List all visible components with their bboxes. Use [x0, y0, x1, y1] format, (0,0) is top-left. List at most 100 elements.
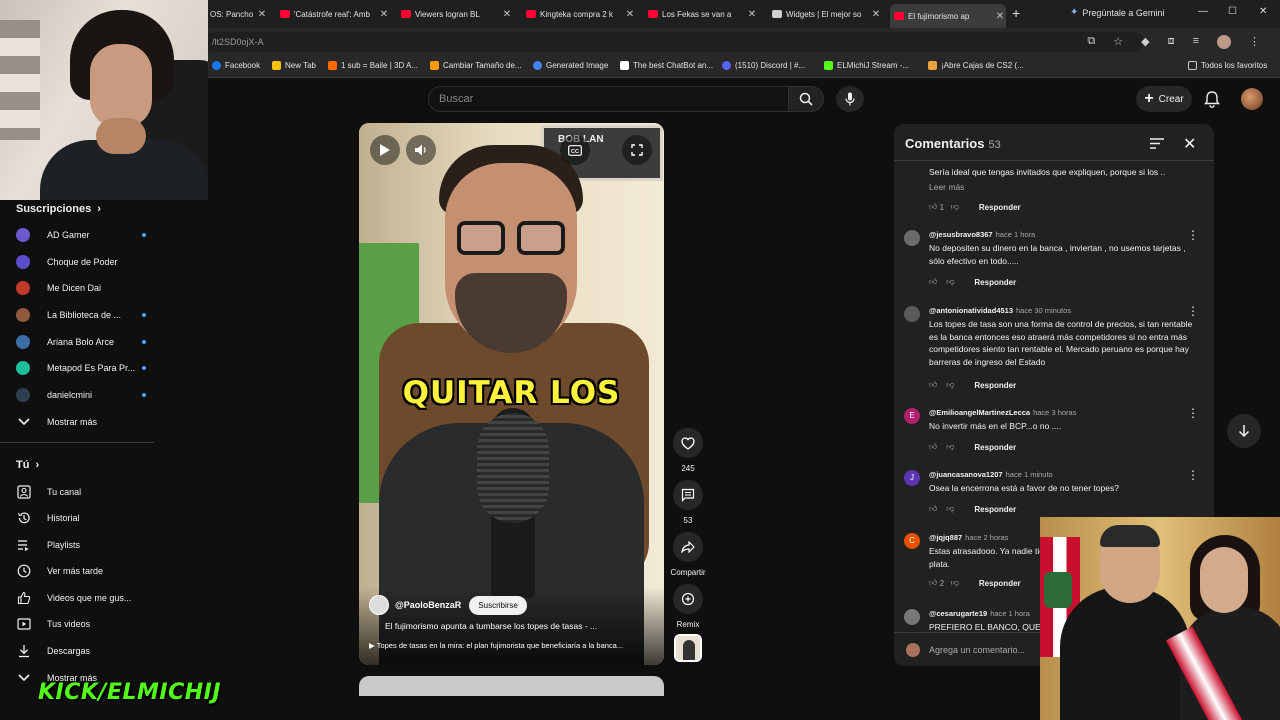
- close-tab-icon[interactable]: ✕: [256, 9, 268, 20]
- related-video-link[interactable]: ▶ Topes de tasas en la mira: el plan fuj…: [369, 641, 657, 650]
- comment-avatar[interactable]: [904, 306, 920, 322]
- search-input[interactable]: Buscar: [428, 86, 790, 112]
- media-icon[interactable]: ≡: [1193, 35, 1199, 49]
- next-short-button[interactable]: [1227, 414, 1261, 448]
- close-tab-icon[interactable]: ✕: [746, 9, 758, 20]
- account-avatar[interactable]: [1241, 88, 1263, 110]
- comment-menu-icon[interactable]: ⋮: [1187, 407, 1199, 419]
- comment-author[interactable]: @juancasanova1207: [929, 470, 1003, 479]
- bookmark-item[interactable]: ELMichiJ Stream -...: [824, 61, 909, 70]
- comment-author[interactable]: @antonionatividad4513: [929, 306, 1013, 315]
- read-more-link[interactable]: Leer más: [929, 182, 964, 192]
- reply-button[interactable]: Responder: [974, 381, 1016, 390]
- close-tab-icon[interactable]: ✕: [994, 11, 1006, 22]
- reply-button[interactable]: Responder: [974, 443, 1016, 452]
- comment-avatar[interactable]: [904, 609, 920, 625]
- close-tab-icon[interactable]: ✕: [870, 9, 882, 20]
- you-heading[interactable]: Tú ›: [16, 459, 39, 471]
- sidebar-item-liked-videos[interactable]: Videos que me gus...: [16, 587, 166, 609]
- minimize-window-icon[interactable]: —: [1198, 6, 1208, 17]
- browser-tab[interactable]: OS: Pancho ✕: [206, 4, 268, 24]
- remix-button[interactable]: Remix: [668, 584, 708, 629]
- reply-button[interactable]: Responder: [979, 579, 1021, 588]
- comment-avatar[interactable]: E: [904, 408, 920, 424]
- add-comment-input[interactable]: Agrega un comentario...: [929, 645, 1025, 655]
- sidebar-channel[interactable]: Metapod Es Para Pr...: [16, 357, 166, 379]
- fullscreen-button[interactable]: [622, 135, 652, 165]
- bookmark-item[interactable]: (1510) Discord | #...: [722, 61, 805, 70]
- cast-icon[interactable]: ⧉: [1087, 35, 1095, 49]
- sidebar-item-downloads[interactable]: Descargas: [16, 640, 166, 662]
- thumbs-down-icon[interactable]: 👎︎: [951, 202, 959, 212]
- thumbs-up-icon[interactable]: 👍︎: [929, 578, 937, 588]
- channel-avatar[interactable]: [369, 595, 389, 615]
- thumbs-down-icon[interactable]: 👎︎: [951, 578, 959, 588]
- sidebar-channel[interactable]: La Biblioteca de ...: [16, 304, 166, 326]
- create-button[interactable]: + Crear: [1136, 86, 1192, 112]
- comment-author[interactable]: @EmilioangelMartinezLecca: [929, 408, 1030, 417]
- close-comments-icon[interactable]: ✕: [1183, 134, 1196, 154]
- close-tab-icon[interactable]: ✕: [501, 9, 513, 20]
- sidebar-item-your-videos[interactable]: Tus videos: [16, 613, 166, 635]
- sound-thumbnail[interactable]: [674, 634, 702, 662]
- close-tab-icon[interactable]: ✕: [378, 9, 390, 20]
- all-bookmarks-folder[interactable]: Todos los favoritos: [1188, 61, 1267, 70]
- sidebar-channel[interactable]: AD Gamer: [16, 224, 166, 246]
- short-video-player[interactable]: BOB LAN QUITAR LOS CC @PaoloBenzaR Suscr…: [359, 123, 664, 665]
- bookmark-star-icon[interactable]: ☆: [1113, 35, 1123, 49]
- subscriptions-heading[interactable]: Suscripciones ›: [16, 203, 101, 215]
- reply-button[interactable]: Responder: [974, 278, 1016, 287]
- voice-search-button[interactable]: [836, 86, 864, 112]
- sidebar-channel[interactable]: danielcmini: [16, 384, 166, 406]
- comment-author[interactable]: @jesusbravo8367: [929, 230, 993, 239]
- comments-button[interactable]: 53: [668, 480, 708, 525]
- subscribe-button[interactable]: Suscribirse: [469, 595, 527, 615]
- sidebar-item-history[interactable]: Historial: [16, 507, 166, 529]
- bookmark-item[interactable]: Facebook: [212, 61, 260, 70]
- thumbs-up-icon[interactable]: 👍︎: [929, 277, 937, 287]
- browser-tab[interactable]: Widgets | El mejor so ✕: [768, 4, 882, 24]
- comment-avatar[interactable]: [904, 230, 920, 246]
- browser-tab[interactable]: Kingteka compra 2 k ✕: [522, 4, 636, 24]
- share-button[interactable]: Compartir: [668, 532, 708, 577]
- sidebar-channel[interactable]: Ariana Bolo Arce: [16, 331, 166, 353]
- profile-avatar[interactable]: [1217, 35, 1231, 49]
- browser-tab[interactable]: Viewers logran BL ✕: [397, 4, 513, 24]
- sidebar-channel[interactable]: Me Dicen Dai: [16, 277, 166, 299]
- comment-menu-icon[interactable]: ⋮: [1187, 305, 1199, 317]
- gemini-button[interactable]: ✦ Pregúntale a Gemini: [1070, 7, 1164, 18]
- maximize-window-icon[interactable]: ☐: [1228, 6, 1237, 17]
- thumbs-up-icon[interactable]: 👍︎: [929, 504, 937, 514]
- extensions-puzzle-icon[interactable]: ⧈: [1168, 35, 1175, 49]
- reply-button[interactable]: Responder: [979, 203, 1021, 212]
- browser-tab[interactable]: 'Catástrofe real': Amb ✕: [276, 4, 390, 24]
- comment-avatar[interactable]: J: [904, 470, 920, 486]
- new-tab-button[interactable]: +: [1012, 5, 1020, 21]
- browser-tab[interactable]: Los Fekas se van a ✕: [644, 4, 758, 24]
- thumbs-down-icon[interactable]: 👎︎: [946, 442, 954, 452]
- thumbs-up-icon[interactable]: 👍︎: [929, 442, 937, 452]
- browser-tab-active[interactable]: El fujimorismo ap ✕: [890, 4, 1006, 28]
- comment-menu-icon[interactable]: ⋮: [1187, 229, 1199, 241]
- sort-comments-button[interactable]: [1150, 136, 1164, 154]
- thumbs-down-icon[interactable]: 👎︎: [946, 380, 954, 390]
- show-more-subscriptions[interactable]: Mostrar más: [16, 411, 166, 433]
- close-window-icon[interactable]: ✕: [1259, 6, 1267, 17]
- notifications-button[interactable]: [1204, 90, 1220, 113]
- comment-menu-icon[interactable]: ⋮: [1187, 469, 1199, 481]
- sidebar-channel[interactable]: Choque de Poder: [16, 251, 166, 273]
- menu-kebab-icon[interactable]: ⋮: [1249, 35, 1260, 49]
- search-button[interactable]: [788, 86, 824, 112]
- like-button[interactable]: 245: [668, 428, 708, 473]
- mute-button[interactable]: [406, 135, 436, 165]
- thumbs-up-icon[interactable]: 👍︎: [929, 380, 937, 390]
- comment-author[interactable]: @cesarugarte19: [929, 609, 987, 618]
- bookmark-item[interactable]: New Tab: [272, 61, 316, 70]
- bookmark-item[interactable]: The best ChatBot an...: [620, 61, 713, 70]
- comment-author[interactable]: @jqjq887: [929, 533, 962, 542]
- comment-avatar[interactable]: C: [904, 533, 920, 549]
- sidebar-item-watch-later[interactable]: Ver más tarde: [16, 560, 166, 582]
- sidebar-item-playlists[interactable]: Playlists: [16, 534, 166, 556]
- bookmark-item[interactable]: 1 sub = Baile | 3D A...: [328, 61, 418, 70]
- play-button[interactable]: [370, 135, 400, 165]
